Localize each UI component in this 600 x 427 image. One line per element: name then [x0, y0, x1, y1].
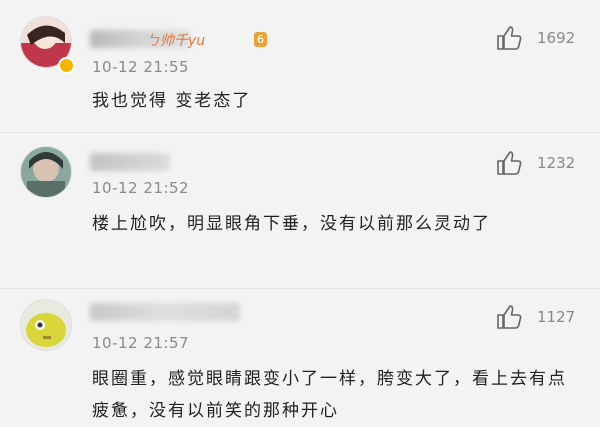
comment-text: 眼圈重，感觉眼睛跟变小了一样，胯变大了，看上去有点疲惫，没有以前笑的那种开心	[92, 369, 567, 421]
username-blurred[interactable]	[90, 153, 170, 171]
like-count: 1127	[537, 308, 576, 326]
comment-time: 10-12 21:57	[92, 334, 190, 352]
comment-text: 我也觉得 变老态了	[92, 91, 252, 111]
comment-item: 10-12 21:57 眼圈重，感觉眼睛跟变小了一样，胯变大了，看上去有点疲惫，…	[0, 289, 600, 421]
thumbs-up-icon[interactable]	[496, 25, 522, 51]
username[interactable]: ㄅ帅千yu	[146, 30, 205, 50]
comment-item: ㄅ帅千yu 6 10-12 21:55 我也觉得 变老态了 1692	[0, 0, 600, 132]
comment-time: 10-12 21:52	[92, 179, 190, 197]
like-count: 1692	[537, 29, 576, 47]
username-blurred[interactable]	[90, 303, 240, 321]
thumbs-up-icon[interactable]	[496, 150, 522, 176]
like-count: 1232	[537, 154, 576, 172]
comment-time: 10-12 21:55	[92, 58, 190, 76]
comment-text: 楼上尬吹，明显眼角下垂，没有以前那么灵动了	[92, 214, 491, 234]
vip-badge-icon	[58, 57, 75, 74]
thumbs-up-icon[interactable]	[496, 304, 522, 330]
avatar[interactable]	[20, 146, 72, 198]
level-badge: 6	[254, 32, 267, 47]
comment-item: 10-12 21:52 楼上尬吹，明显眼角下垂，没有以前那么灵动了 1232	[0, 133, 600, 288]
avatar[interactable]	[20, 299, 72, 351]
